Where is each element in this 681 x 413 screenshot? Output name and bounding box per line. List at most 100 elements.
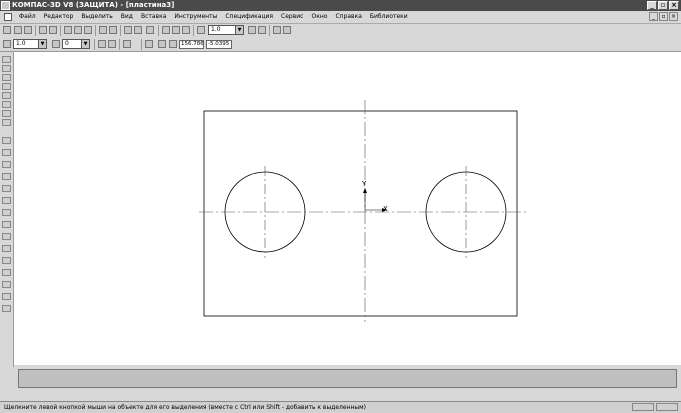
- help-pointer-icon[interactable]: [146, 26, 154, 34]
- maximize-button[interactable]: ▫: [658, 1, 668, 10]
- coord-x-value: 156.786: [181, 41, 204, 47]
- chevron-down-icon[interactable]: ▼: [38, 40, 46, 48]
- hatch-tool-icon[interactable]: [2, 281, 11, 288]
- close-button[interactable]: ×: [669, 1, 679, 10]
- properties-icon[interactable]: [124, 26, 132, 34]
- open-document-icon[interactable]: [14, 26, 22, 34]
- snap-icon[interactable]: [98, 40, 106, 48]
- menu-help[interactable]: Справка: [335, 13, 361, 20]
- chamfer-tool-icon[interactable]: [2, 233, 11, 240]
- point-tool-icon[interactable]: [2, 137, 11, 144]
- layer-icon[interactable]: [52, 40, 60, 48]
- app-icon[interactable]: [1, 1, 10, 10]
- compact-toolbar: [0, 52, 14, 367]
- rectangle-tool-icon[interactable]: [2, 257, 11, 264]
- plate-outline[interactable]: [203, 110, 518, 317]
- zoom-in-icon[interactable]: [172, 26, 180, 34]
- polyline-tool-icon[interactable]: [2, 209, 11, 216]
- status-hint: Щелкните левой кнопкой мыши на объекте д…: [4, 404, 367, 411]
- undo-icon[interactable]: [99, 26, 107, 34]
- scale-combo[interactable]: 1.0 ▼: [208, 25, 244, 35]
- arc-tool-icon[interactable]: [2, 185, 11, 192]
- symbols-panel-icon[interactable]: [2, 74, 11, 81]
- property-panel: [14, 366, 681, 400]
- grid-icon[interactable]: [123, 40, 131, 48]
- edit-panel-icon[interactable]: [2, 83, 11, 90]
- menu-service[interactable]: Сервис: [281, 13, 303, 20]
- manager-icon[interactable]: [283, 26, 291, 34]
- cursor-coords-icon[interactable]: [169, 40, 177, 48]
- menu-libraries[interactable]: Библиотеки: [370, 13, 408, 20]
- doc-restore-button[interactable]: ▫: [659, 12, 668, 21]
- layer-value: 0: [65, 40, 69, 47]
- zoom-window-icon[interactable]: [162, 26, 170, 34]
- drawing-svg[interactable]: Y X: [14, 52, 681, 365]
- regenerate-icon[interactable]: [273, 26, 281, 34]
- window-title: КОМПАС-3D V8 (ЗАЩИТА) - [пластина3]: [12, 1, 175, 9]
- ellipse-tool-icon[interactable]: [2, 197, 11, 204]
- cut-icon[interactable]: [64, 26, 72, 34]
- chevron-down-icon[interactable]: ▼: [235, 26, 243, 34]
- fillet-tool-icon[interactable]: [2, 245, 11, 252]
- layer-combo[interactable]: 0 ▼: [62, 39, 90, 49]
- print-icon[interactable]: [39, 26, 47, 34]
- coord-x-field[interactable]: 156.786: [179, 40, 204, 49]
- redo-icon[interactable]: [109, 26, 117, 34]
- step-icon[interactable]: [3, 40, 11, 48]
- parameterization-icon[interactable]: [108, 40, 116, 48]
- dimensions-panel-icon[interactable]: [2, 65, 11, 72]
- menu-tools[interactable]: Инструменты: [174, 13, 217, 20]
- zoom-scale-icon[interactable]: [197, 26, 205, 34]
- show-all-icon[interactable]: [258, 26, 266, 34]
- function-icon[interactable]: [134, 26, 142, 34]
- minimize-button[interactable]: _: [647, 1, 657, 10]
- step-value: 1.0: [16, 40, 26, 47]
- preview-icon[interactable]: [49, 26, 57, 34]
- document-icon[interactable]: [4, 13, 12, 21]
- menu-specification[interactable]: Спецификация: [225, 13, 273, 20]
- segment-tool-icon[interactable]: [2, 161, 11, 168]
- measure-panel-icon[interactable]: [2, 101, 11, 108]
- ortho-mode-icon[interactable]: [158, 40, 166, 48]
- select-panel-icon[interactable]: [2, 110, 11, 117]
- spec-panel-icon[interactable]: [2, 119, 11, 126]
- menu-insert[interactable]: Вставка: [141, 13, 166, 20]
- circle-tool-icon[interactable]: [2, 173, 11, 180]
- menu-edit[interactable]: Редактор: [44, 13, 74, 20]
- standard-toolbar: 1.0 ▼: [0, 24, 681, 37]
- polygon-tool-icon[interactable]: [2, 269, 11, 276]
- origin-marker: Y X: [361, 180, 388, 213]
- step-combo[interactable]: 1.0 ▼: [13, 39, 47, 49]
- save-icon[interactable]: [24, 26, 32, 34]
- aux-line-icon[interactable]: [2, 149, 11, 156]
- status-cell-1: [632, 403, 654, 411]
- menu-window[interactable]: Окно: [311, 13, 327, 20]
- new-document-icon[interactable]: [3, 26, 11, 34]
- doc-minimize-button[interactable]: _: [649, 12, 658, 21]
- local-cs-icon[interactable]: [145, 40, 153, 48]
- coord-y-value: -5.0395: [208, 41, 230, 47]
- contour-tool-icon[interactable]: [2, 293, 11, 300]
- drawing-canvas[interactable]: Y X: [14, 52, 681, 365]
- title-bar: КОМПАС-3D V8 (ЗАЩИТА) - [пластина3] _ ▫ …: [0, 0, 681, 11]
- axis-x-label: X: [383, 205, 388, 213]
- status-cell-2: [656, 403, 678, 411]
- geometry-panel-icon[interactable]: [2, 56, 11, 63]
- menu-view[interactable]: Вид: [121, 13, 133, 20]
- status-bar: Щелкните левой кнопкой мыши на объекте д…: [0, 401, 681, 413]
- chevron-down-icon[interactable]: ▼: [81, 40, 89, 48]
- command-field[interactable]: [18, 369, 677, 388]
- doc-close-button[interactable]: ×: [669, 12, 678, 21]
- menu-file[interactable]: Файл: [19, 13, 36, 20]
- parametric-panel-icon[interactable]: [2, 92, 11, 99]
- coord-y-field[interactable]: -5.0395: [206, 40, 232, 49]
- menu-select[interactable]: Выделить: [81, 13, 112, 20]
- equidistant-tool-icon[interactable]: [2, 305, 11, 312]
- axis-y-label: Y: [361, 180, 367, 188]
- pan-icon[interactable]: [248, 26, 256, 34]
- paste-icon[interactable]: [84, 26, 92, 34]
- copy-icon[interactable]: [74, 26, 82, 34]
- zoom-out-icon[interactable]: [182, 26, 190, 34]
- menu-bar: Файл Редактор Выделить Вид Вставка Инстр…: [0, 11, 681, 24]
- spline-tool-icon[interactable]: [2, 221, 11, 228]
